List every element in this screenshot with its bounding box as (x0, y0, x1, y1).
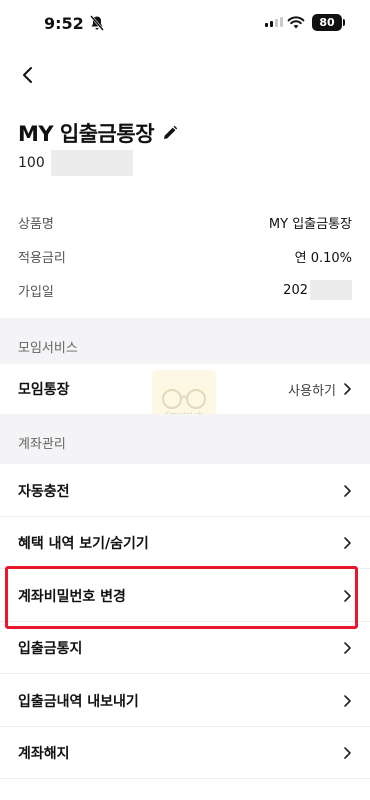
account-number-text: 100 (18, 155, 45, 171)
menu-label: 자동충전 (18, 483, 70, 500)
chevron-right-icon (344, 694, 351, 707)
battery-indicator: 80 (312, 14, 345, 31)
menu-label: 계좌해지 (18, 745, 70, 762)
back-button[interactable] (12, 60, 42, 90)
info-label: 가입일 (18, 284, 54, 300)
chevron-right-icon (344, 536, 351, 549)
status-time: 9:52 (44, 14, 84, 33)
menu-item-export-history[interactable]: 입출금내역 내보내기 (0, 675, 370, 727)
chevron-right-icon (344, 484, 351, 497)
menu-item-benefit-history[interactable]: 혜택 내역 보기/숨기기 (0, 517, 370, 569)
menu-item-close-account[interactable]: 계좌해지 (0, 727, 370, 779)
chevron-right-icon (344, 641, 351, 654)
info-row-rate: 적용금리 연 0.10% (0, 239, 370, 273)
pencil-icon[interactable] (162, 125, 178, 141)
info-value: 연 0.10% (294, 250, 352, 266)
menu-label: 입출금내역 내보내기 (18, 693, 139, 710)
join-date-text: 202 (283, 282, 308, 298)
page-title: MY 입출금통장 (18, 122, 155, 146)
menu-label: 계좌비밀번호 변경 (18, 588, 126, 605)
info-value: MY 입출금통장 (268, 216, 352, 232)
cellular-signal-icon (265, 17, 283, 27)
masked-account-number (50, 150, 133, 176)
info-label: 상품명 (18, 216, 54, 232)
menu-item-transaction-notice[interactable]: 입출금통지 (0, 622, 370, 674)
section-header-account-management: 계좌관리 (0, 420, 370, 464)
info-row-join-date: 가입일 202 (0, 273, 370, 307)
menu-label: 모임통장 (18, 382, 70, 398)
section-header-group-service: 모임서비스 (0, 324, 370, 368)
chevron-right-icon (344, 383, 351, 395)
chevron-left-icon (23, 67, 32, 83)
status-bar: 9:52 80 (0, 0, 370, 46)
info-label: 적용금리 (18, 250, 66, 266)
chevron-right-icon (344, 746, 351, 759)
bell-off-icon (90, 15, 104, 31)
menu-label: 혜택 내역 보기/숨기기 (18, 535, 149, 552)
info-row-product: 상품명 MY 입출금통장 (0, 205, 370, 239)
menu-label: 입출금통지 (18, 640, 83, 657)
info-value-date: 202 (283, 280, 352, 300)
chevron-right-icon (344, 589, 351, 602)
use-action-label: 사용하기 (288, 383, 336, 399)
menu-item-auto-charge[interactable]: 자동충전 (0, 465, 370, 517)
masked-join-date (310, 280, 352, 300)
account-number: 100 (18, 150, 133, 176)
menu-item-change-password[interactable]: 계좌비밀번호 변경 (0, 570, 370, 622)
group-account-action[interactable]: 사용하기 (288, 380, 352, 399)
wifi-icon (287, 16, 305, 29)
account-title-row: MY 입출금통장 (18, 118, 178, 148)
account-info-list: 상품명 MY 입출금통장 적용금리 연 0.10% 가입일 202 (0, 205, 370, 307)
glasses-icon (162, 389, 206, 409)
